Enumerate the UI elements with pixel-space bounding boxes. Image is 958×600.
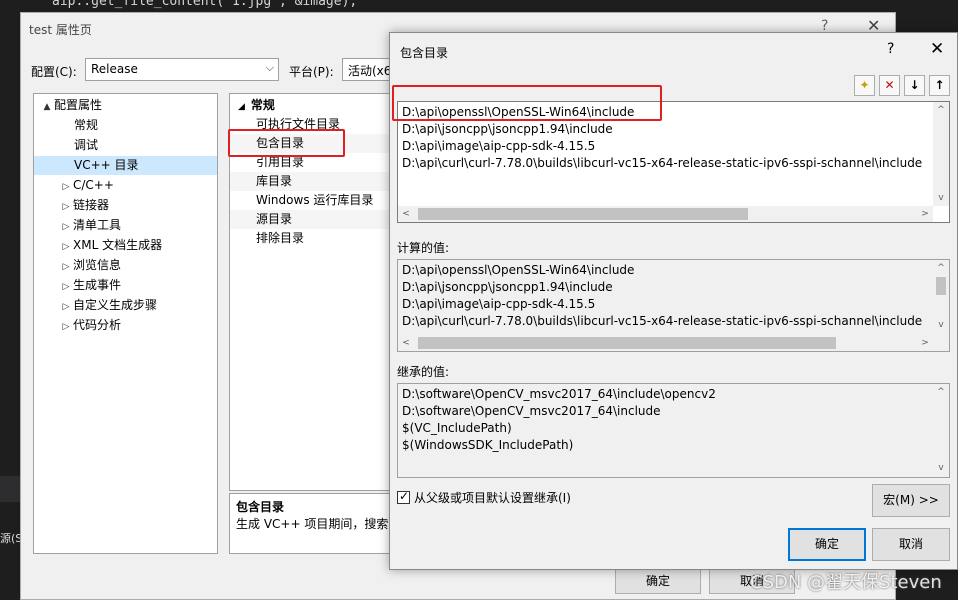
path-line[interactable]: D:\api\jsoncpp\jsoncpp1.94\include <box>402 121 613 138</box>
scroll-up-icon[interactable]: ^ <box>933 260 949 276</box>
help-icon[interactable]: ? <box>887 41 894 57</box>
inherited-line: D:\software\OpenCV_msvc2017_64\include\o… <box>402 387 716 401</box>
expand-arrow-icon[interactable]: ▷ <box>59 318 73 337</box>
property-tree: ▲ 配置属性 常规 调试 VC++ 目录 ▷ C/C++ ▷ 链接器 ▷ 清单工具 ▷ X… <box>33 93 218 554</box>
expand-arrow-icon[interactable]: ▷ <box>59 198 73 217</box>
editor-side-bar <box>0 476 20 502</box>
scroll-thumb[interactable] <box>418 337 836 349</box>
tree-item-custom-build-step[interactable]: ▷ 自定义生成步骤 <box>59 296 217 315</box>
tree-item-code-analysis[interactable]: ▷ 代码分析 <box>59 316 217 335</box>
collapse-arrow-icon[interactable]: ◢ <box>238 102 245 112</box>
move-up-button[interactable]: ↑ <box>929 75 950 96</box>
tree-item-browse-info[interactable]: ▷ 浏览信息 <box>59 256 217 275</box>
scroll-right-icon[interactable]: > <box>917 335 933 351</box>
tree-item-debugging[interactable]: 调试 <box>74 136 217 155</box>
horizontal-scrollbar[interactable]: < > <box>398 335 933 351</box>
scroll-left-icon[interactable]: < <box>398 335 414 351</box>
dialog-title: test 属性页 <box>29 23 92 37</box>
description-text: 生成 VC++ 项目期间，搜索包含文件时使用的路径。 <box>236 517 409 531</box>
description-panel: 包含目录 生成 VC++ 项目期间，搜索包含文件时使用的路径。 <box>229 493 409 554</box>
grid-item-exclude-dirs[interactable]: 排除目录 <box>230 229 408 248</box>
arrow-down-icon: ↓ <box>909 78 920 92</box>
inherit-checkbox-label: 从父级或项目默认设置继承(I) <box>414 491 571 505</box>
grid-category-general[interactable]: ◢ 常规 <box>230 96 408 115</box>
tree-item-linker[interactable]: ▷ 链接器 <box>59 196 217 215</box>
inherited-value-label: 继承的值: <box>397 365 450 379</box>
grid-item-winrt-library-dirs[interactable]: Windows 运行库目录 <box>230 191 408 210</box>
tree-item-general[interactable]: 常规 <box>74 116 217 135</box>
scroll-thumb[interactable] <box>936 277 946 295</box>
dialog-title: 包含目录 <box>400 46 449 60</box>
arrow-up-icon: ↑ <box>934 78 945 92</box>
macros-button[interactable]: 宏(M) >> <box>872 484 950 517</box>
code-line: aip::get_file_content("1.jpg", &image); <box>52 0 358 9</box>
platform-label: 平台(P): <box>289 65 334 79</box>
new-folder-icon: ✦ <box>859 78 870 92</box>
highlight-box-openssl-path <box>392 85 662 121</box>
tree-item-vcpp-directories[interactable]: VC++ 目录 <box>34 156 217 175</box>
chevron-down-icon: ⌵ <box>265 61 274 74</box>
expand-arrow-icon[interactable]: ▷ <box>59 258 73 277</box>
evaluated-values-list: D:\api\openssl\OpenSSL-Win64\include D:\… <box>397 259 950 352</box>
horizontal-scrollbar[interactable]: < > <box>398 206 933 222</box>
inherited-line: D:\software\OpenCV_msvc2017_64\include <box>402 404 661 418</box>
tree-item-config-properties[interactable]: ▲ 配置属性 <box>40 96 217 115</box>
scroll-down-icon[interactable]: v <box>933 317 949 333</box>
evaluated-line: D:\api\openssl\OpenSSL-Win64\include <box>402 263 635 277</box>
close-icon[interactable]: ✕ <box>930 39 944 59</box>
move-down-button[interactable]: ↓ <box>904 75 925 96</box>
expand-arrow-icon[interactable]: ▷ <box>59 178 73 197</box>
scroll-left-icon[interactable]: < <box>398 206 414 222</box>
scroll-up-icon[interactable]: ^ <box>933 384 949 400</box>
scroll-thumb[interactable] <box>418 208 748 220</box>
cancel-button[interactable]: 取消 <box>872 528 950 561</box>
expand-arrow-icon[interactable]: ▷ <box>59 298 73 317</box>
ok-button[interactable]: 确定 <box>788 528 866 561</box>
scroll-down-icon[interactable]: v <box>933 190 949 206</box>
vertical-scrollbar[interactable]: ^ v <box>933 260 949 335</box>
vertical-scrollbar[interactable]: ^ v <box>933 102 949 206</box>
tree-item-xml-doc-generator[interactable]: ▷ XML 文档生成器 <box>59 236 217 255</box>
delete-button[interactable]: ✕ <box>879 75 900 96</box>
ok-button[interactable]: 确定 <box>615 568 701 594</box>
highlight-box-include-dirs <box>228 129 345 157</box>
path-line[interactable]: D:\api\image\aip-cpp-sdk-4.15.5 <box>402 138 595 155</box>
watermark: CSDN @翟天保Steven <box>750 572 942 593</box>
evaluated-line: D:\api\jsoncpp\jsoncpp1.94\include <box>402 280 613 294</box>
scroll-down-icon[interactable]: v <box>933 460 949 476</box>
inherit-checkbox[interactable]: 从父级或项目默认设置继承(I) <box>397 489 571 506</box>
inherited-line: $(VC_IncludePath) <box>402 421 512 435</box>
description-title: 包含目录 <box>236 500 285 514</box>
delete-icon: ✕ <box>884 78 895 92</box>
editor-side-text: 源(S <box>0 532 23 545</box>
scroll-up-icon[interactable]: ^ <box>933 102 949 118</box>
configuration-value: Release <box>91 62 138 76</box>
expand-arrow-icon[interactable]: ▷ <box>59 238 73 257</box>
grid-item-library-dirs[interactable]: 库目录 <box>230 172 408 191</box>
evaluated-line: D:\api\curl\curl-7.78.0\builds\libcurl-v… <box>402 314 923 328</box>
collapse-arrow-icon[interactable]: ▲ <box>40 98 54 117</box>
configuration-select[interactable]: Release ⌵ <box>85 58 279 81</box>
tree-item-c-cpp[interactable]: ▷ C/C++ <box>59 176 217 195</box>
expand-arrow-icon[interactable]: ▷ <box>59 218 73 237</box>
tree-item-manifest-tool[interactable]: ▷ 清单工具 <box>59 216 217 235</box>
evaluated-value-label: 计算的值: <box>397 241 450 255</box>
inherited-values-list: D:\software\OpenCV_msvc2017_64\include\o… <box>397 383 950 478</box>
tree-item-build-events[interactable]: ▷ 生成事件 <box>59 276 217 295</box>
checkbox-checked-icon[interactable] <box>397 489 410 504</box>
evaluated-line: D:\api\image\aip-cpp-sdk-4.15.5 <box>402 297 596 311</box>
expand-arrow-icon[interactable]: ▷ <box>59 278 73 297</box>
configuration-label: 配置(C): <box>31 65 77 79</box>
new-line-button[interactable]: ✦ <box>854 75 875 96</box>
grid-item-source-dirs[interactable]: 源目录 <box>230 210 408 229</box>
inherited-line: $(WindowsSDK_IncludePath) <box>402 438 574 452</box>
vertical-scrollbar[interactable]: ^ v <box>933 384 949 477</box>
scroll-right-icon[interactable]: > <box>917 206 933 222</box>
path-line[interactable]: D:\api\curl\curl-7.78.0\builds\libcurl-v… <box>402 155 922 172</box>
